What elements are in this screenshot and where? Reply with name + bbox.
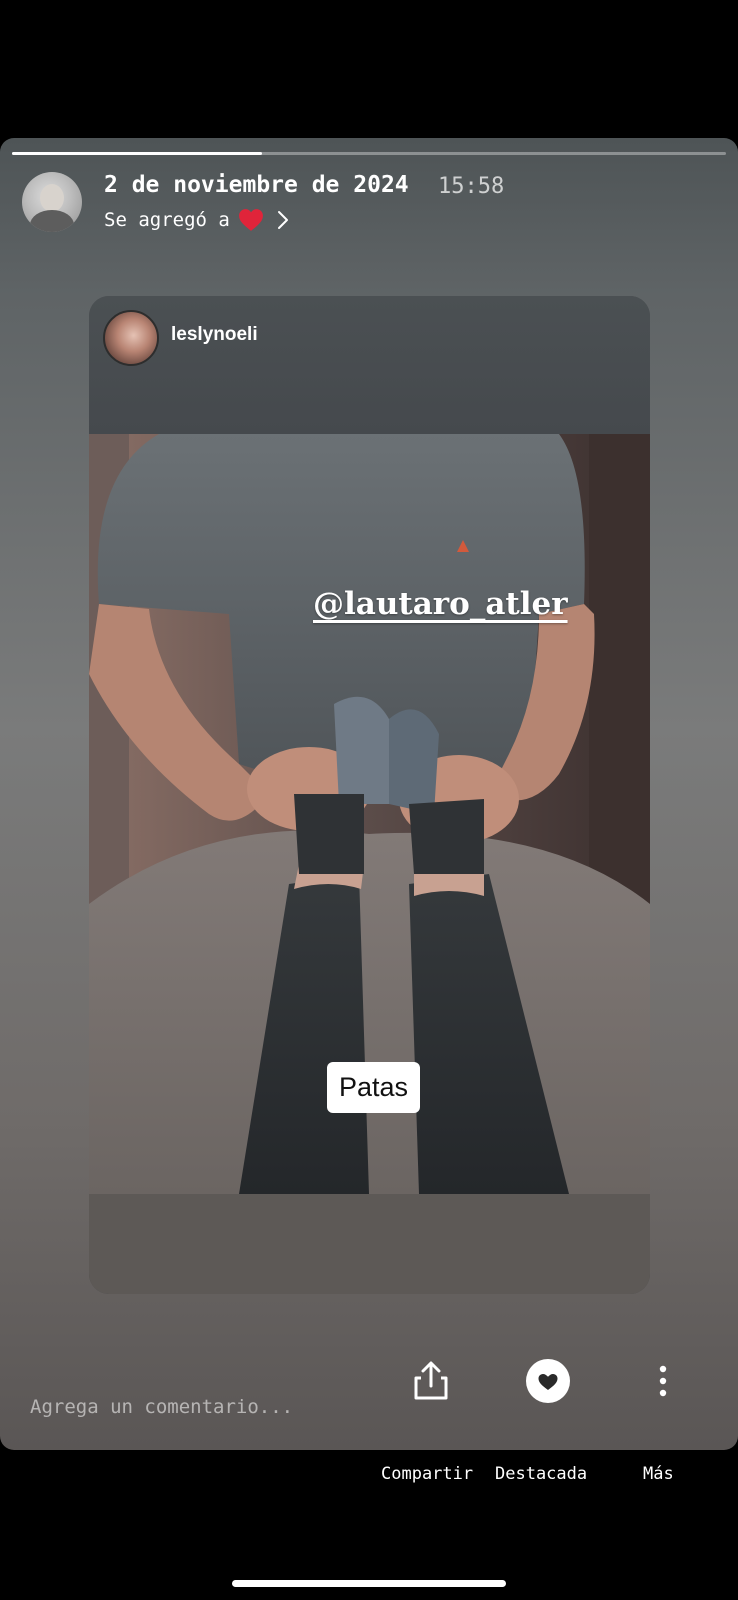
story-progress-bar [12,152,726,155]
avatar-body [30,210,74,232]
share-label[interactable]: Compartir [381,1464,473,1484]
story-date: 2 de noviembre de 2024 [104,172,409,198]
more-label[interactable]: Más [643,1464,674,1484]
post-photo: @lautaro_atler Patas [89,434,650,1194]
more-button[interactable] [640,1358,686,1404]
screen: 2 de noviembre de 2024 15:58 Se agregó a… [0,0,738,1600]
mention-sticker[interactable]: @lautaro_atler [313,586,568,622]
share-button[interactable] [408,1358,454,1404]
story-time: 15:58 [438,174,505,199]
avatar-face [40,184,64,212]
heart-circle-icon [526,1359,570,1403]
more-vertical-icon [659,1365,667,1397]
post-author-username[interactable]: leslynoeli [171,324,258,346]
post-author-avatar[interactable] [103,310,159,366]
text-sticker: Patas [327,1062,421,1113]
highlight-label[interactable]: Destacada [495,1464,587,1484]
post-header: leslynoeli [89,296,650,434]
share-icon [414,1361,448,1400]
post-footer [89,1194,650,1294]
chevron-right-icon [277,211,288,229]
highlight-button[interactable] [525,1358,571,1404]
shared-post-card[interactable]: leslynoeli @lautaro_atler Patas [89,296,650,1294]
profile-avatar[interactable] [22,172,82,232]
story-viewer[interactable]: 2 de noviembre de 2024 15:58 Se agregó a… [0,138,738,1450]
heart-icon [238,209,263,231]
comment-input[interactable]: Agrega un comentario... [30,1396,293,1418]
added-to-label: Se agregó a [104,209,230,231]
home-indicator[interactable] [232,1580,506,1587]
highlight-link[interactable]: Se agregó a [104,208,290,232]
story-progress-fill [12,152,262,155]
